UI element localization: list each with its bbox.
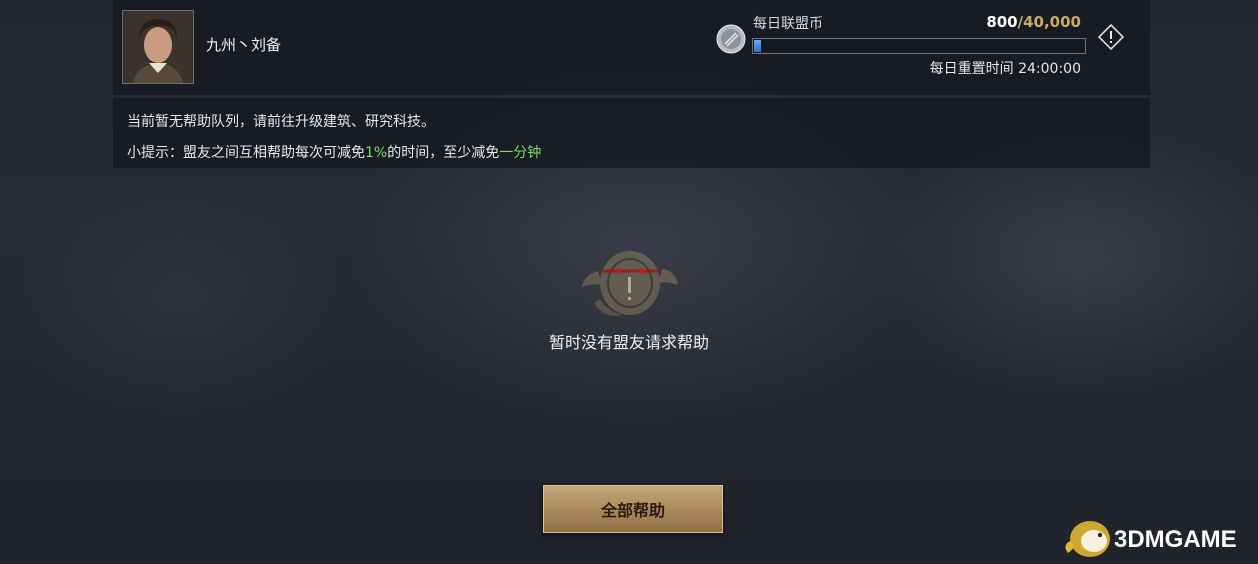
help-all-button[interactable]: 全部帮助	[543, 485, 723, 533]
avatar[interactable]	[122, 10, 194, 84]
hint-minimum: 一分钟	[499, 145, 542, 161]
alliance-coin-progress-bar	[752, 38, 1086, 54]
help-hint-tip: 小提示：盟友之间互相帮助每次可减免1%的时间，至少减免一分钟	[127, 142, 541, 162]
alliance-coin-label: 每日联盟币	[753, 16, 823, 32]
hint-middle: 的时间，至少减免	[387, 145, 500, 161]
coin-current: 800	[986, 13, 1018, 31]
watermark-text: 3DMGAME	[1114, 526, 1237, 553]
empty-mascot-icon	[582, 251, 678, 316]
silver-coin-icon	[716, 24, 746, 54]
coin-max: 40,000	[1023, 13, 1081, 31]
progress-fill	[754, 40, 761, 52]
exclamation-diamond-icon[interactable]	[1098, 24, 1124, 50]
hint-prefix: 小提示：盟友之间互相帮助每次可减免	[127, 145, 365, 161]
player-name: 九州丶刘备	[206, 36, 282, 54]
alliance-coin-amount: 800/40,000	[986, 13, 1081, 31]
empty-state-message: 暂时没有盟友请求帮助	[548, 333, 709, 352]
hint-percent: 1%	[365, 145, 388, 161]
daily-reset-time: 每日重置时间 24:00:00	[929, 61, 1081, 77]
no-help-queue-tip: 当前暂无帮助队列，请前往升级建筑、研究科技。	[127, 114, 435, 130]
